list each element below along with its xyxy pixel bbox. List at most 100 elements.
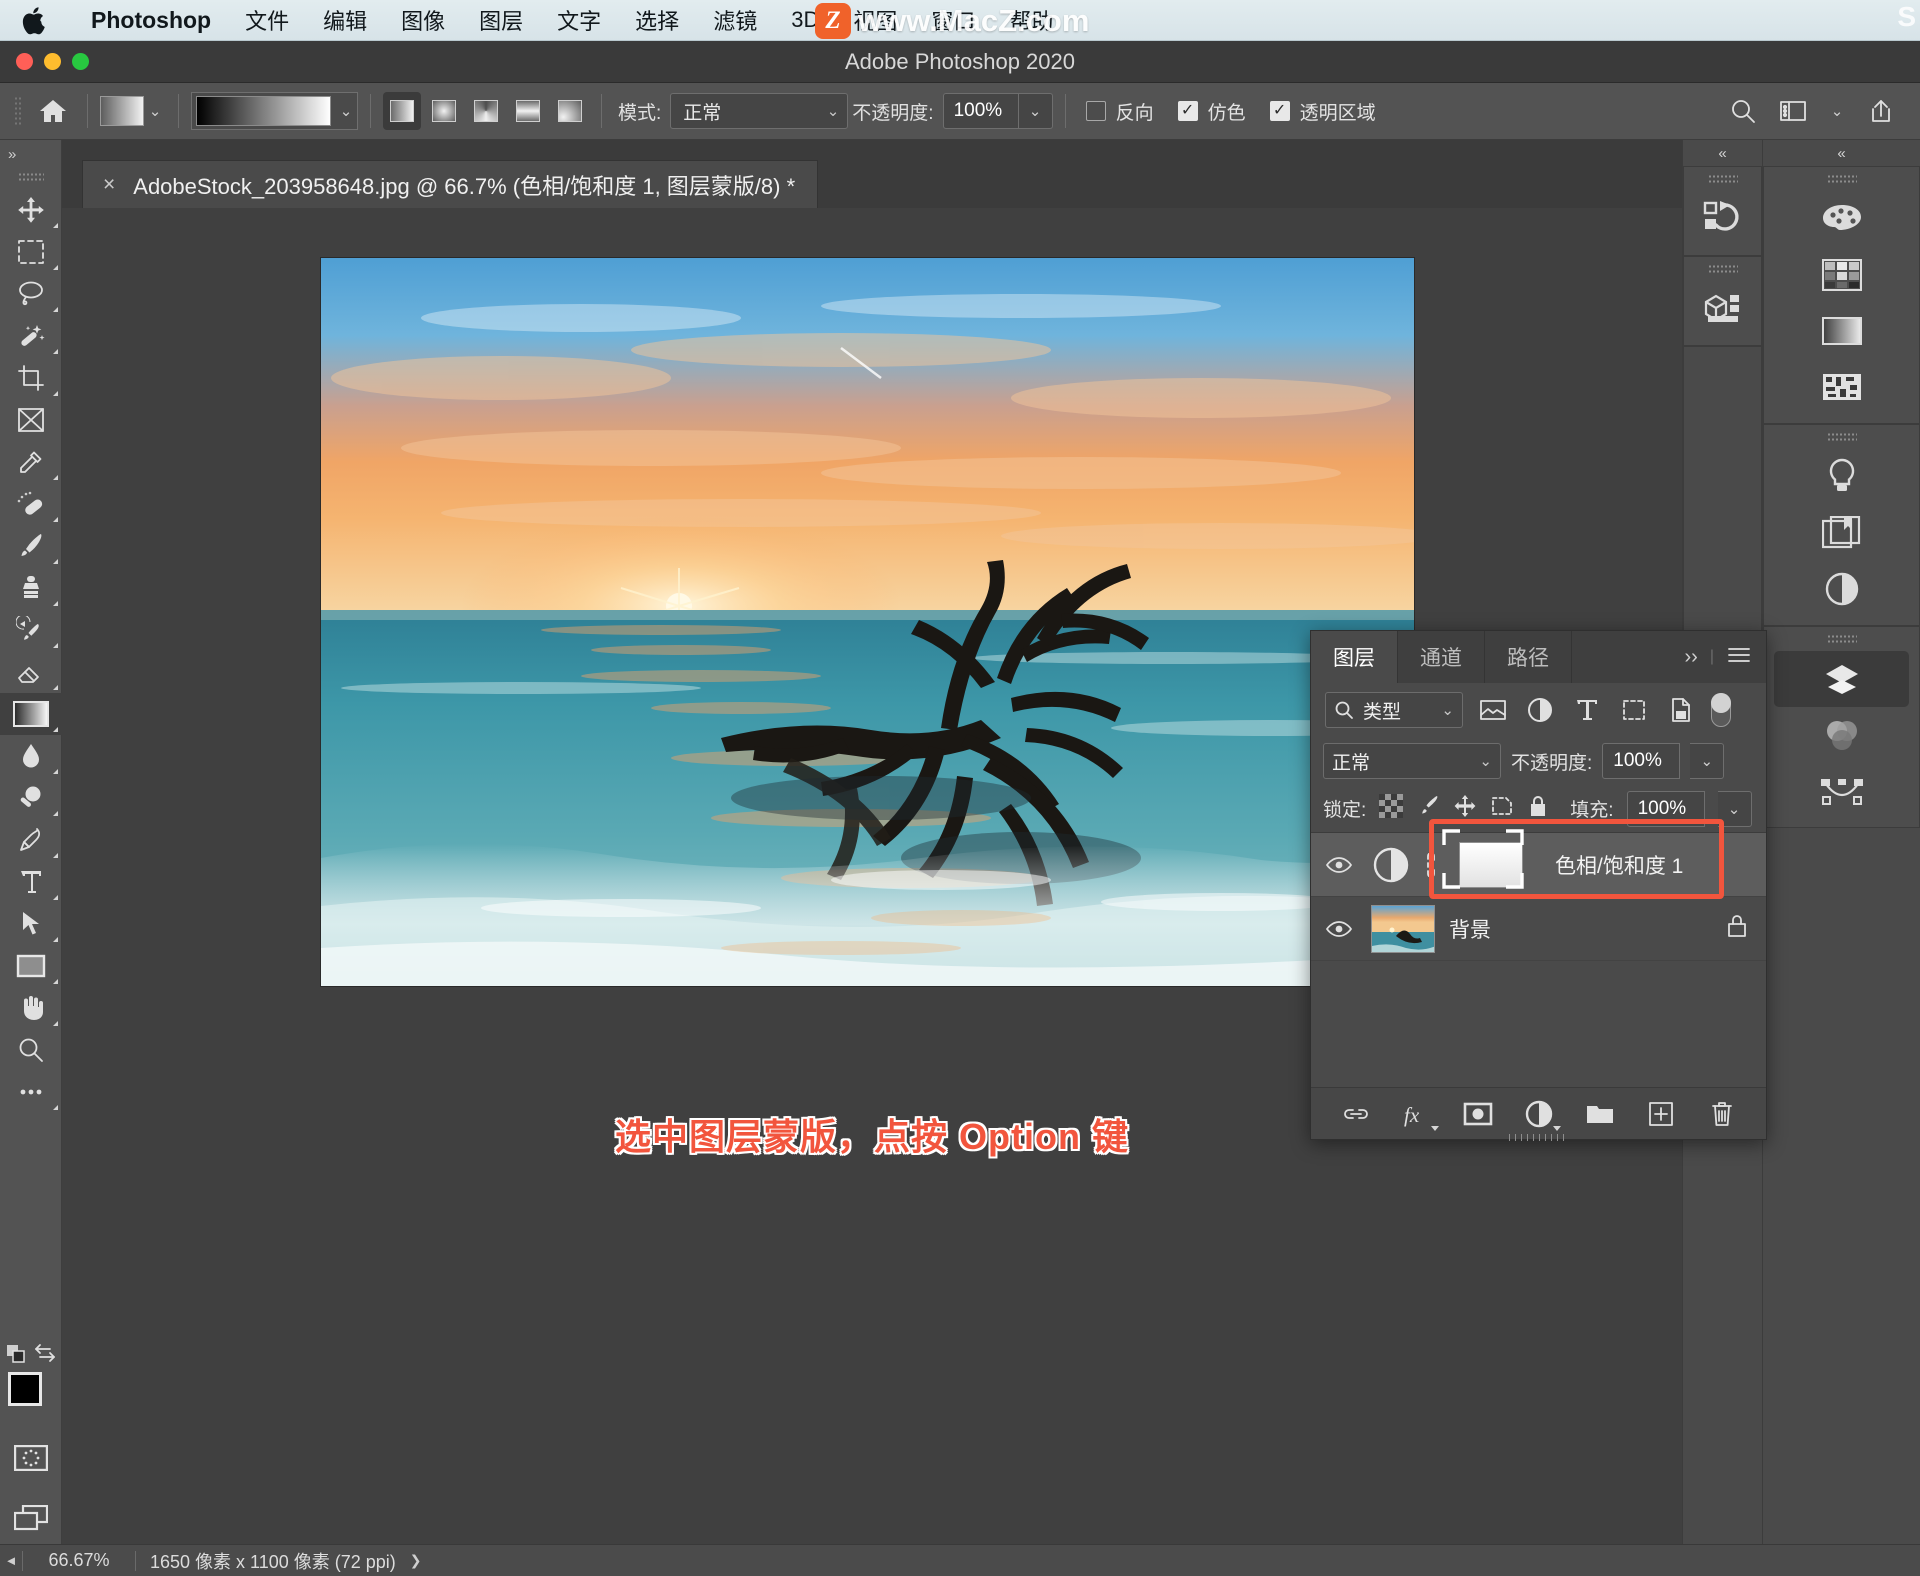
table-row[interactable]: 色相/饱和度 1 — [1311, 819, 1766, 899]
hand-tool[interactable] — [0, 987, 62, 1029]
menu-file[interactable]: 文件 — [228, 4, 306, 36]
lock-transparent-pixels-icon[interactable] — [1379, 793, 1404, 824]
opacity-input[interactable]: 100% — [942, 93, 1019, 129]
dither-checkbox[interactable] — [1177, 101, 1198, 121]
panel-menu-icon[interactable] — [1726, 645, 1752, 670]
document-image[interactable] — [321, 258, 1414, 986]
swatches-icon[interactable] — [1764, 247, 1919, 303]
menu-3d[interactable]: 3D — [774, 7, 836, 33]
delete-layer-trash-icon[interactable] — [1705, 1097, 1739, 1131]
tools-panel-grip[interactable] — [17, 172, 44, 181]
angle-gradient-button[interactable] — [467, 92, 505, 130]
zoom-tool[interactable] — [0, 1029, 62, 1071]
menu-edit[interactable]: 编辑 — [306, 4, 384, 36]
layer-fill-input[interactable]: 100% — [1626, 790, 1705, 827]
linear-gradient-button[interactable] — [383, 92, 421, 130]
home-button[interactable] — [31, 91, 75, 131]
menu-type[interactable]: 文字 — [540, 4, 618, 36]
lock-artboard-nesting-icon[interactable] — [1490, 795, 1514, 823]
dither-checkbox-group[interactable]: 仿色 — [1177, 98, 1246, 125]
path-selection-tool[interactable] — [0, 903, 62, 945]
layer-mask-thumbnail[interactable] — [1441, 828, 1541, 902]
table-row[interactable]: 背景 — [1311, 897, 1766, 961]
screen-mode-toggle[interactable] — [13, 1504, 49, 1536]
filter-smart-objects-icon[interactable] — [1664, 693, 1698, 727]
filter-shape-layers-icon[interactable] — [1617, 693, 1651, 727]
maximize-window-button[interactable] — [72, 53, 89, 70]
gradients-icon[interactable] — [1764, 303, 1919, 359]
filter-enable-toggle[interactable] — [1711, 693, 1731, 727]
chevron-down-icon[interactable]: ⌄ — [335, 96, 357, 126]
link-layers-icon[interactable] — [1339, 1097, 1373, 1131]
menu-image[interactable]: 图像 — [384, 4, 462, 36]
patterns-icon[interactable] — [1764, 359, 1919, 415]
blur-tool[interactable] — [0, 735, 62, 777]
zoom-level[interactable]: 66.67% — [23, 1550, 135, 1571]
panel-resize-handle[interactable] — [1508, 1134, 1569, 1141]
menu-view[interactable]: 视图 — [836, 4, 914, 36]
mask-link-icon[interactable] — [1415, 852, 1441, 877]
panel-grip[interactable] — [1826, 432, 1857, 441]
gradient-tool[interactable] — [0, 693, 62, 735]
layer-filter-type-select[interactable]: 类型 ⌄ — [1325, 692, 1463, 728]
menu-photoshop[interactable]: Photoshop — [74, 7, 228, 34]
crop-tool[interactable] — [0, 357, 62, 399]
panel-grip[interactable] — [1707, 264, 1738, 273]
reverse-checkbox-group[interactable]: 反向 — [1085, 98, 1154, 125]
document-tab[interactable]: × AdobeStock_203958648.jpg @ 66.7% (色相/饱… — [82, 160, 819, 208]
healing-brush-tool[interactable] — [0, 483, 62, 525]
color-palette-icon[interactable] — [1764, 191, 1919, 247]
close-icon[interactable]: × — [103, 174, 115, 195]
gradient-ramp[interactable] — [196, 96, 331, 126]
libraries-icon[interactable] — [1764, 505, 1919, 561]
filter-type-layers-icon[interactable] — [1570, 693, 1604, 727]
swap-colors-icon[interactable] — [32, 1342, 58, 1369]
minimize-window-button[interactable] — [44, 53, 61, 70]
workspace-layout-icon[interactable] — [1776, 94, 1810, 128]
channels-icon[interactable] — [1764, 707, 1919, 763]
layer-fill-stepper[interactable]: ⌄ — [1717, 790, 1752, 827]
panel-overflow-icon[interactable]: ›› — [1685, 646, 1698, 669]
reverse-checkbox[interactable] — [1085, 101, 1106, 121]
panel-grip[interactable] — [1826, 174, 1857, 183]
collapse-panels-button[interactable]: « — [1683, 140, 1762, 166]
layer-opacity-stepper[interactable]: ⌄ — [1690, 743, 1725, 779]
tab-channels[interactable]: 通道 — [1398, 631, 1485, 683]
tab-layers[interactable]: 图层 — [1311, 631, 1398, 683]
menu-window[interactable]: 窗口 — [914, 4, 992, 36]
gradient-preset-swatch[interactable] — [100, 96, 144, 126]
adjustments-icon[interactable] — [1764, 561, 1919, 617]
blend-mode-select[interactable]: 正常 ⌄ — [670, 93, 849, 129]
layers-icon[interactable] — [1774, 651, 1909, 707]
radial-gradient-button[interactable] — [425, 92, 463, 130]
default-colors-icon[interactable] — [6, 1344, 26, 1363]
clone-stamp-tool[interactable] — [0, 567, 62, 609]
tools-panel-expand-toggle[interactable]: » — [0, 140, 61, 168]
layer-thumbnail[interactable] — [1371, 904, 1435, 953]
learn-bulb-icon[interactable] — [1764, 449, 1919, 505]
collapse-rail-button[interactable]: « — [1763, 140, 1920, 166]
diamond-gradient-button[interactable] — [551, 92, 589, 130]
foreground-color-swatch[interactable] — [8, 1372, 42, 1406]
menu-help[interactable]: 帮助 — [992, 4, 1070, 36]
new-group-folder-icon[interactable] — [1583, 1097, 1617, 1131]
gradient-preset-picker[interactable]: ⌄ — [100, 96, 166, 126]
lock-position-icon[interactable] — [1453, 794, 1477, 824]
new-adjustment-layer-icon[interactable] — [1522, 1097, 1561, 1131]
filter-pixel-layers-icon[interactable] — [1476, 693, 1510, 727]
lock-image-pixels-icon[interactable] — [1416, 794, 1440, 824]
dodge-tool[interactable] — [0, 777, 62, 819]
new-layer-icon[interactable] — [1644, 1097, 1678, 1131]
marquee-tool[interactable] — [0, 231, 62, 273]
brush-tool[interactable] — [0, 525, 62, 567]
tab-paths[interactable]: 路径 — [1485, 631, 1572, 683]
opacity-stepper-chevron[interactable]: ⌄ — [1018, 93, 1053, 129]
layer-visibility-toggle[interactable] — [1311, 855, 1367, 875]
panel-grip[interactable] — [1707, 174, 1738, 183]
menu-layer[interactable]: 图层 — [462, 4, 540, 36]
layer-visibility-toggle[interactable] — [1311, 919, 1367, 939]
type-tool[interactable] — [0, 861, 62, 903]
magic-wand-tool[interactable] — [0, 315, 62, 357]
layer-styles-fx-icon[interactable]: fx — [1400, 1097, 1439, 1131]
add-layer-mask-icon[interactable] — [1461, 1097, 1495, 1131]
